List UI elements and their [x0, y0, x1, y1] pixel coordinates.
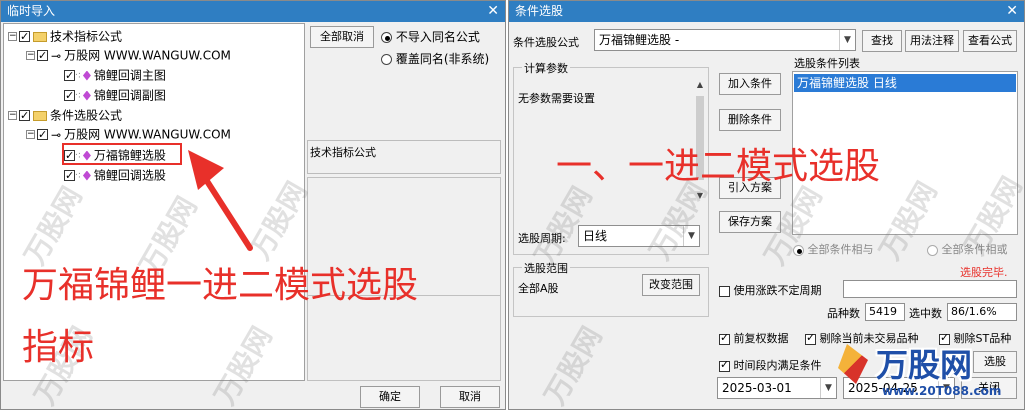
radio-label: 全部条件相与 — [807, 243, 874, 256]
checkbox[interactable] — [64, 167, 75, 185]
condition-list-label: 选股条件列表 — [794, 57, 860, 70]
date-from-value: 2025-03-01 — [722, 381, 792, 395]
cancel-button[interactable]: 取消 — [440, 386, 500, 408]
condition-dialog-titlebar: 条件选股 ✕ — [509, 1, 1024, 22]
selected-field: 86/1.6% — [947, 303, 1017, 321]
tree-site-label: 万股网 WWW.WANGUW.COM — [64, 48, 231, 63]
checkbox[interactable] — [719, 331, 730, 345]
tree-group-label: 技术指标公式 — [50, 29, 123, 44]
chevron-down-icon[interactable]: ▼ — [820, 378, 836, 398]
formula-label: 条件选股公式 — [513, 36, 579, 49]
tree-item-label: 锦鲤回调副图 — [93, 88, 166, 103]
annotation-arrow — [188, 150, 253, 251]
formula-icon — [82, 90, 91, 101]
radio-and[interactable]: 全部条件相与 — [793, 241, 874, 257]
tree-group-label: 条件选股公式 — [50, 108, 123, 123]
tree-site-node[interactable]: − ⊸万股网 WWW.WANGUW.COM — [26, 125, 231, 144]
import-dialog-titlebar: 临时导入 ✕ — [1, 1, 505, 22]
tree-item[interactable]: ·:锦鲤回调选股 — [64, 166, 166, 185]
checkbox[interactable] — [37, 126, 48, 144]
view-formula-button[interactable]: 查看公式 — [963, 30, 1017, 52]
collapse-icon[interactable]: − — [8, 111, 17, 120]
delete-condition-button[interactable]: 删除条件 — [719, 109, 781, 131]
cancel-all-button[interactable]: 全部取消 — [310, 26, 374, 48]
chevron-down-icon[interactable]: ▼ — [839, 30, 855, 50]
tree-site-node[interactable]: − ⊸万股网 WWW.WANGUW.COM — [26, 46, 231, 65]
period-value: 日线 — [583, 229, 608, 243]
no-params-text: 无参数需要设置 — [518, 92, 595, 105]
checkbox[interactable] — [19, 107, 30, 125]
annotation-bottom-line2: 指标 — [22, 327, 95, 368]
add-condition-button[interactable]: 加入条件 — [719, 73, 781, 95]
search-button[interactable]: 查找 — [862, 30, 902, 52]
section-label-box: 技术指标公式 — [307, 140, 501, 174]
timeframe-option[interactable]: 时间段内满足条件 — [719, 357, 822, 373]
change-range-button[interactable]: 改变范围 — [642, 274, 700, 296]
tree-group-indicator[interactable]: − 技术指标公式 — [8, 27, 123, 46]
calc-params-title: 计算参数 — [522, 60, 570, 76]
close-icon[interactable]: ✕ — [1006, 1, 1018, 22]
checkbox[interactable] — [719, 358, 730, 372]
range-group: 选股范围 全部A股 改变范围 — [513, 260, 709, 317]
import-dialog-title: 临时导入 — [7, 4, 56, 18]
checkbox[interactable] — [64, 67, 75, 85]
folder-icon — [33, 31, 47, 42]
uncertain-period-field[interactable] — [843, 280, 1017, 298]
highlight-box — [62, 143, 182, 165]
ok-button[interactable]: 确定 — [360, 386, 420, 408]
radio-override[interactable]: 覆盖同名(非系统) — [381, 50, 489, 67]
logo-text: 万股网 — [876, 346, 973, 384]
date-from-select[interactable]: 2025-03-01 ▼ — [717, 377, 837, 399]
checkbox[interactable] — [64, 87, 75, 105]
count-label: 品种数 — [827, 307, 860, 320]
radio-icon[interactable] — [381, 32, 392, 43]
key-icon: ⊸ — [51, 48, 62, 63]
radio-label: 覆盖同名(非系统) — [395, 52, 490, 66]
checkbox-label: 使用涨跌不定周期 — [733, 284, 822, 297]
tree-item[interactable]: ·:锦鲤回调副图 — [64, 86, 166, 105]
condition-dialog-title: 条件选股 — [515, 4, 564, 18]
tree-item[interactable]: ·:锦鲤回调主图 — [64, 66, 166, 85]
radio-label: 不导入同名公式 — [395, 30, 480, 44]
logo-mark-icon — [838, 344, 868, 384]
checkbox[interactable] — [19, 28, 30, 46]
close-icon[interactable]: ✕ — [487, 1, 499, 22]
radio-icon[interactable] — [381, 54, 392, 65]
tree-item-label: 锦鲤回调主图 — [93, 68, 166, 83]
tree-site-label: 万股网 WWW.WANGUW.COM — [64, 127, 231, 142]
collapse-icon[interactable]: − — [8, 32, 17, 41]
formula-icon — [82, 170, 91, 181]
count-field: 5419 — [865, 303, 905, 321]
condition-list-item[interactable]: 万福锦鲤选股 日线 — [794, 74, 1016, 92]
checkbox[interactable] — [37, 47, 48, 65]
selected-label: 选中数 — [909, 307, 942, 320]
annotation-main: 一、一进二模式选股 — [556, 146, 881, 187]
tree-item-label: 锦鲤回调选股 — [93, 168, 166, 183]
formula-icon — [82, 70, 91, 81]
section-label: 技术指标公式 — [310, 146, 376, 159]
formula-select-value: 万福锦鲤选股 - — [599, 33, 680, 47]
usage-notes-button[interactable]: 用法注释 — [905, 30, 959, 52]
checkbox-label: 时间段内满足条件 — [733, 359, 822, 372]
annotation-bottom-line1: 万福锦鲤一进二模式选股 — [22, 265, 419, 306]
radio-no-import[interactable]: 不导入同名公式 — [381, 28, 480, 45]
collapse-icon[interactable]: − — [26, 51, 35, 60]
checkbox[interactable] — [805, 331, 816, 345]
folder-icon — [33, 110, 47, 121]
tree-group-selection[interactable]: − 条件选股公式 — [8, 106, 123, 125]
formula-select[interactable]: 万福锦鲤选股 - ▼ — [594, 29, 856, 51]
radio-icon[interactable] — [927, 244, 938, 256]
condition-item-text: 万福锦鲤选股 日线 — [797, 76, 897, 90]
range-value: 全部A股 — [518, 282, 559, 295]
checkbox-label: 前复权数据 — [733, 332, 789, 345]
checkbox[interactable] — [719, 285, 730, 297]
logo-url: www.20T088.com — [882, 384, 1002, 398]
key-icon: ⊸ — [51, 127, 62, 142]
collapse-icon[interactable]: − — [26, 130, 35, 139]
prev-adjust-option[interactable]: 前复权数据 — [719, 330, 789, 346]
site-logo: 万股网 www.20T088.com — [838, 338, 1014, 408]
status-text: 选股完毕. — [960, 266, 1008, 279]
uncertain-period-option[interactable]: 使用涨跌不定周期 — [719, 282, 822, 298]
